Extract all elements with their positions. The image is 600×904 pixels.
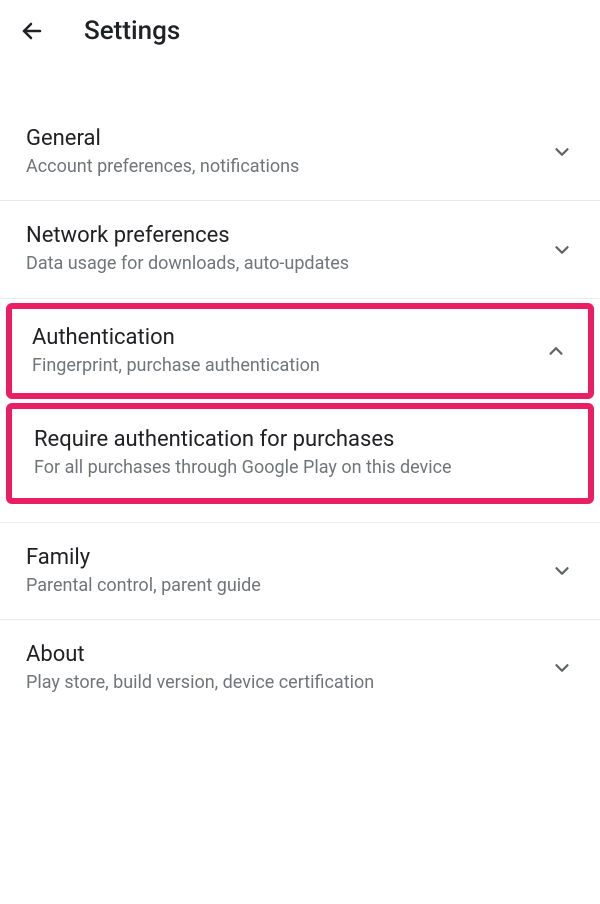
section-content: Require authentication for purchases For… <box>34 427 566 479</box>
section-network[interactable]: Network preferences Data usage for downl… <box>0 201 600 298</box>
section-general[interactable]: General Account preferences, notificatio… <box>0 104 600 201</box>
section-content: Authentication Fingerprint, purchase aut… <box>32 325 532 377</box>
section-content: Family Parental control, parent guide <box>26 545 538 597</box>
arrow-left-icon <box>20 19 44 43</box>
section-title: Family <box>26 545 538 570</box>
spacer <box>0 66 600 104</box>
section-subtitle: Data usage for downloads, auto-updates <box>26 252 538 275</box>
section-title: About <box>26 642 538 667</box>
section-title: Authentication <box>32 325 532 350</box>
page-title: Settings <box>84 16 180 46</box>
section-subtitle: Parental control, parent guide <box>26 574 538 597</box>
chevron-down-icon <box>550 140 574 164</box>
section-title: Network preferences <box>26 223 538 248</box>
section-subtitle: Play store, build version, device certif… <box>26 671 538 694</box>
section-family[interactable]: Family Parental control, parent guide <box>0 523 600 620</box>
section-title: General <box>26 126 538 151</box>
chevron-down-icon <box>550 559 574 583</box>
back-button[interactable] <box>20 19 44 43</box>
section-subtitle: For all purchases through Google Play on… <box>34 456 566 479</box>
section-authentication[interactable]: Authentication Fingerprint, purchase aut… <box>6 303 594 399</box>
section-require-authentication[interactable]: Require authentication for purchases For… <box>6 403 594 503</box>
chevron-down-icon <box>550 238 574 262</box>
section-about[interactable]: About Play store, build version, device … <box>0 620 600 716</box>
settings-list: General Account preferences, notificatio… <box>0 104 600 716</box>
section-subtitle: Fingerprint, purchase authentication <box>32 354 532 377</box>
chevron-up-icon <box>544 339 568 363</box>
section-content: About Play store, build version, device … <box>26 642 538 694</box>
section-content: General Account preferences, notificatio… <box>26 126 538 178</box>
chevron-down-icon <box>550 656 574 680</box>
section-subtitle: Account preferences, notifications <box>26 155 538 178</box>
section-title: Require authentication for purchases <box>34 427 566 452</box>
section-content: Network preferences Data usage for downl… <box>26 223 538 275</box>
header: Settings <box>0 0 600 66</box>
